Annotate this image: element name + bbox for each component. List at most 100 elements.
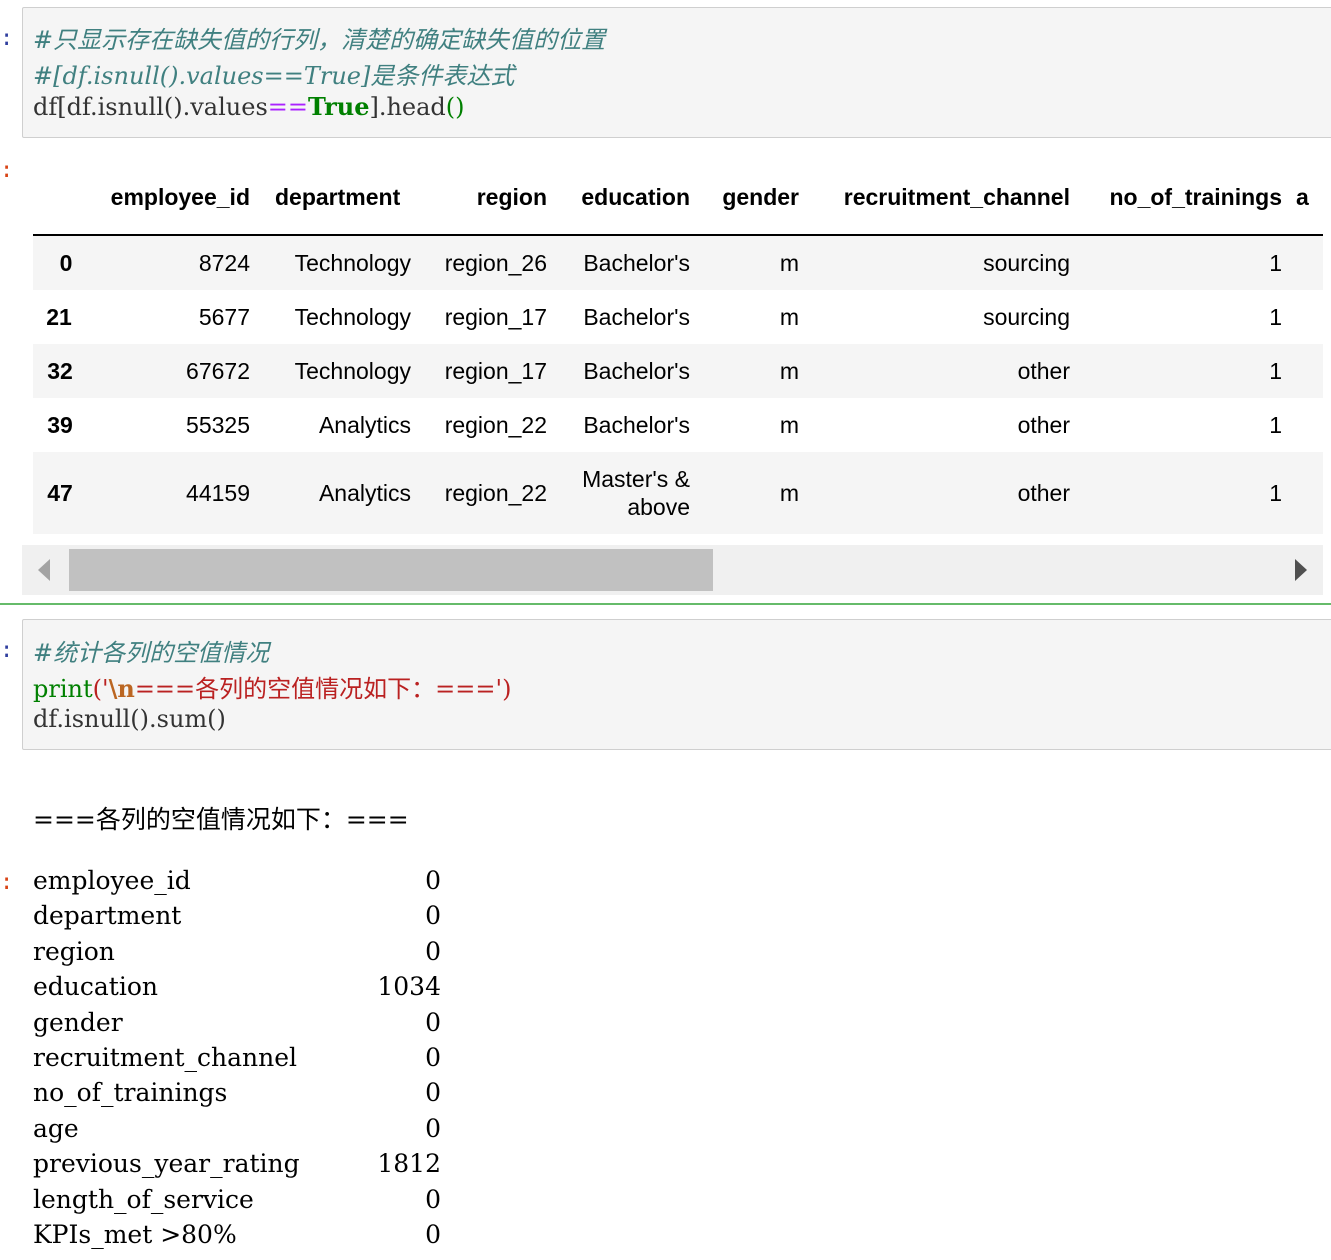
series-value: 0: [425, 1042, 441, 1072]
cell-gender: m: [779, 411, 799, 438]
cell-gender: m: [779, 249, 799, 276]
code-string-open: (': [92, 675, 109, 703]
series-value: 0: [425, 1113, 441, 1143]
series-value: 0: [425, 936, 441, 966]
code-text: ].head: [369, 93, 446, 121]
table-row: 47 44159 Analytics region_22 Master's & …: [33, 452, 1323, 534]
cell-department: Technology: [294, 357, 411, 384]
code-cell-2[interactable]: #统计各列的空值情况 print('\n===各列的空值情况如下：===') d…: [22, 619, 1331, 750]
cell-employee-id: 67672: [186, 357, 250, 384]
cell-education: Bachelor's: [583, 249, 690, 276]
code-line-3: df.isnull().sum(): [33, 705, 226, 733]
code-cell-1[interactable]: #只显示存在缺失值的行列，清楚的确定缺失值的位置 #[df.isnull().v…: [22, 7, 1331, 138]
cell-region: region_22: [444, 479, 547, 506]
cell-education: Master's & above: [547, 452, 690, 534]
series-name: employee_id: [33, 866, 191, 895]
series-name: recruitment_channel: [33, 1042, 297, 1072]
code-escape: \n: [108, 674, 135, 703]
code-string: ===各列的空值情况如下：===: [134, 675, 496, 703]
row-index: 21: [46, 303, 72, 330]
cell-gender: m: [779, 303, 799, 330]
code-comment-line-1: #只显示存在缺失值的行列，清楚的确定缺失值的位置: [33, 26, 606, 54]
cell-no-of-trainings: 1: [1269, 411, 1282, 438]
series-name: no_of_trainings: [33, 1078, 228, 1108]
cell-region: region_17: [444, 303, 547, 330]
header-employee-id: employee_id: [110, 183, 250, 210]
cell-recruitment-channel: sourcing: [983, 303, 1070, 330]
cell-region: region_26: [444, 249, 547, 276]
cell-recruitment-channel: other: [1017, 479, 1070, 506]
output-prompt-1: :: [0, 158, 14, 183]
cell-employee-id: 55325: [186, 411, 250, 438]
cell-gender: m: [779, 479, 799, 506]
cell-no-of-trainings: 1: [1269, 249, 1282, 276]
header-education: education: [581, 183, 690, 210]
cell-region: region_17: [444, 357, 547, 384]
cell-no-of-trainings: 1: [1269, 479, 1282, 506]
series-name: region: [33, 936, 115, 966]
scroll-right-arrow-icon[interactable]: [1295, 559, 1307, 581]
series-name: department: [33, 901, 182, 931]
cell-education: Bachelor's: [583, 357, 690, 384]
cell-gender: m: [779, 357, 799, 384]
header-no-of-trainings: no_of_trainings: [1109, 183, 1282, 210]
code-comment-line: #统计各列的空值情况: [33, 639, 270, 667]
cell-no-of-trainings: 1: [1269, 357, 1282, 384]
table-row: 39 55325 Analytics region_22 Bachelor's …: [33, 398, 1323, 452]
stdout-text: ===各列的空值情况如下：===: [33, 805, 409, 834]
cell-education: Bachelor's: [583, 411, 690, 438]
cell-department: Technology: [294, 303, 411, 330]
series-name: length_of_service: [33, 1184, 254, 1214]
cell-region: region_22: [444, 411, 547, 438]
code-paren: (): [445, 93, 465, 121]
series-value: 1812: [377, 1149, 441, 1179]
row-index: 0: [59, 249, 73, 276]
row-index: 47: [47, 479, 73, 506]
series-name: gender: [33, 1007, 123, 1037]
header-region: region: [476, 183, 547, 210]
cell-recruitment-channel: sourcing: [983, 249, 1070, 276]
series-name: previous_year_rating: [33, 1149, 300, 1179]
cell-education-line-2: above: [627, 494, 690, 520]
code-line-3: df[df.isnull().values==True].head(): [33, 92, 465, 121]
header-department: department: [275, 183, 401, 210]
series-value: 0: [425, 1184, 441, 1214]
cell-department: Analytics: [318, 479, 411, 506]
code-keyword: True: [307, 92, 370, 121]
cell-recruitment-channel: other: [1017, 357, 1070, 384]
cell-employee-id: 44159: [186, 479, 250, 506]
series-value: 0: [425, 1219, 441, 1249]
header-age-clipped: a: [1296, 183, 1309, 210]
code-comment-line-2: #[df.isnull().values==True]是条件表达式: [33, 62, 515, 90]
scrollbar-thumb[interactable]: [69, 549, 713, 591]
row-index: 32: [47, 357, 73, 384]
horizontal-scrollbar[interactable]: [22, 545, 1323, 595]
dataframe-table: employee_id department region education …: [33, 160, 1323, 536]
series-name: age: [33, 1113, 79, 1143]
code-text: df[df.isnull().values: [33, 93, 268, 121]
table-row: 21 5677 Technology region_17 Bachelor's …: [33, 290, 1323, 344]
series-name: education: [33, 972, 158, 1002]
series-value: 0: [425, 1078, 441, 1108]
cell-employee-id: 8724: [198, 249, 250, 276]
header-index: [33, 160, 73, 234]
code-print-line: print('\n===各列的空值情况如下：==='): [33, 669, 511, 704]
code-operator: ==: [267, 93, 308, 121]
code-string-close: '): [495, 675, 512, 703]
cell-recruitment-channel: other: [1017, 411, 1070, 438]
output-prompt-2: :: [0, 870, 14, 895]
header-gender: gender: [722, 183, 799, 210]
series-value: 0: [425, 1007, 441, 1037]
table-header: employee_id department region education …: [33, 160, 1323, 236]
table-row: 32 67672 Technology region_17 Bachelor's…: [33, 344, 1323, 398]
input-prompt-1: :: [0, 26, 14, 51]
header-recruitment-channel: recruitment_channel: [843, 183, 1070, 210]
row-index: 39: [47, 411, 73, 438]
cell-no-of-trainings: 1: [1269, 303, 1282, 330]
cell-education-line-1: Master's &: [582, 466, 690, 492]
cell-department: Technology: [294, 249, 411, 276]
cell-education: Bachelor's: [583, 303, 690, 330]
scroll-left-arrow-icon[interactable]: [38, 559, 50, 581]
series-value: 0: [425, 901, 441, 931]
series-value: 0: [425, 866, 441, 895]
